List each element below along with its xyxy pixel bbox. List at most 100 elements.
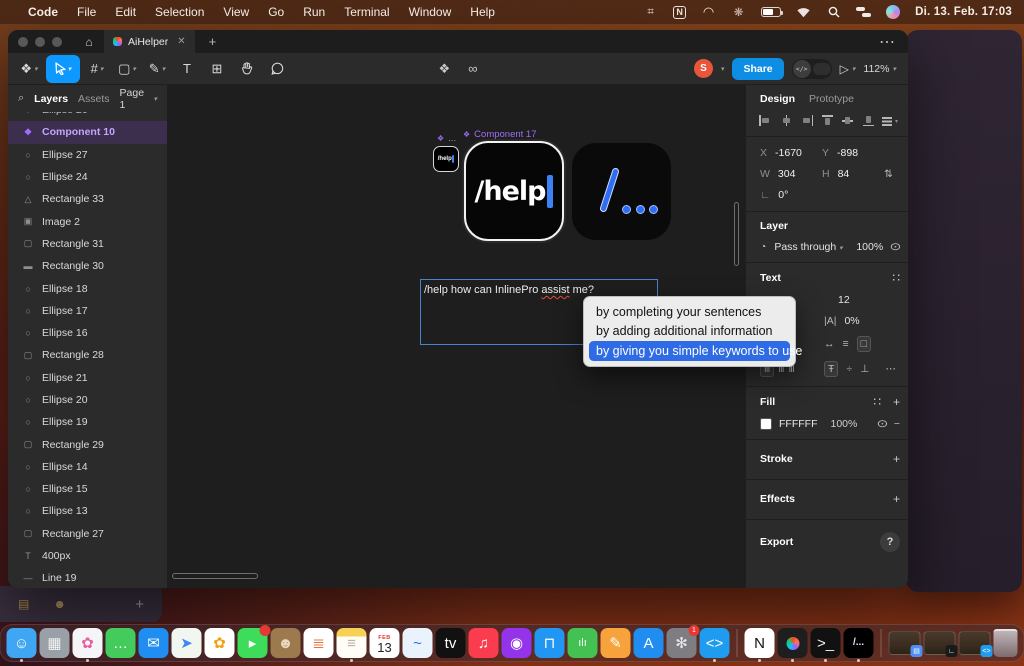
auto-height-icon[interactable]: ≡	[843, 338, 849, 350]
menubar-menu-item[interactable]: Help	[470, 5, 495, 19]
fill-styles-icon[interactable]: ∷	[873, 395, 881, 409]
menubar-clock[interactable]: Di. 13. Feb. 17:03	[915, 6, 1012, 18]
blend-mode-dropdown[interactable]: Pass through ▾	[774, 241, 842, 253]
dock-item-reminders[interactable]: ≣	[304, 628, 334, 658]
avatar-chevron-icon[interactable]: ▾	[721, 65, 725, 73]
canvas-vertical-scrollbar[interactable]	[734, 202, 739, 266]
dock-item-terminal[interactable]: >_	[811, 628, 841, 658]
person-icon[interactable]: ☻	[53, 597, 66, 611]
dock-item-apple-tv[interactable]: tv	[436, 628, 466, 658]
dock-item-inlinepro[interactable]: /...	[844, 628, 874, 658]
dock-item-numbers[interactable]: ılı	[568, 628, 598, 658]
dock-item-figma[interactable]	[778, 628, 808, 658]
type-settings-icon[interactable]: ⋯	[885, 363, 896, 375]
share-button[interactable]: Share	[732, 58, 783, 80]
control-center-icon[interactable]	[856, 7, 871, 18]
layer-row[interactable]: ▢ Rectangle 27	[8, 523, 167, 545]
font-size-field[interactable]: 12	[838, 294, 850, 306]
shape-tool-button[interactable]: ▢▾	[114, 55, 140, 83]
dock-item-photos[interactable]: ✿	[205, 628, 235, 658]
x-position-field[interactable]: -1670	[775, 147, 802, 159]
remove-fill-icon[interactable]: −	[894, 418, 900, 430]
help-command-component[interactable]: /help	[464, 141, 564, 241]
layer-row[interactable]: ○ Ellipse 26	[8, 112, 167, 121]
mini-component[interactable]: /help	[433, 146, 459, 172]
zoom-level-dropdown[interactable]: 112%▾	[863, 63, 900, 75]
dock-item-mail[interactable]: ✉	[139, 628, 169, 658]
dock-item-maps[interactable]: ➤	[172, 628, 202, 658]
dock-item-keynote[interactable]: ⊓	[535, 628, 565, 658]
layer-row[interactable]: ❖ Component 10	[8, 121, 167, 143]
dock-item-launchpad[interactable]: ▦	[40, 628, 70, 658]
component-actions-icon[interactable]: ❖	[439, 61, 451, 77]
frame-tool-button[interactable]: #▾	[84, 55, 110, 83]
traffic-lights[interactable]	[8, 37, 74, 47]
vertical-align-bottom-icon[interactable]: ⊥	[860, 363, 869, 375]
help-button[interactable]: ?	[880, 532, 900, 552]
menubar-menu-item[interactable]: Edit	[115, 5, 136, 19]
fixed-size-icon[interactable]: □	[857, 336, 871, 352]
plus-icon[interactable]: +	[135, 596, 144, 613]
figma-status-icon[interactable]: ⌗	[643, 5, 658, 20]
notion-status-icon[interactable]: N	[673, 6, 686, 19]
gift-icon[interactable]: ▤	[18, 597, 29, 611]
dock-item-app-store[interactable]: A	[634, 628, 664, 658]
menubar-menu-item[interactable]: File	[77, 5, 96, 19]
layer-row[interactable]: ▣ Image 2	[8, 210, 167, 232]
layer-row[interactable]: ○ Ellipse 13	[8, 500, 167, 522]
mini-component-label[interactable]: ❖ ...	[437, 133, 456, 144]
vertical-align-top-icon[interactable]: Ŧ	[824, 361, 838, 377]
layer-row[interactable]: △ Rectangle 33	[8, 188, 167, 210]
tab-design[interactable]: Design	[760, 93, 795, 105]
align-right-icon[interactable]	[799, 114, 814, 127]
menubar-app-name[interactable]: Code	[28, 5, 58, 19]
layer-row[interactable]: ○ Ellipse 20	[8, 389, 167, 411]
siri-icon[interactable]	[886, 5, 900, 19]
tab-layers[interactable]: Layers	[34, 93, 68, 105]
align-vertical-center-icon[interactable]	[840, 114, 855, 127]
main-menu-button[interactable]: ❖▾	[16, 55, 42, 83]
tab-prototype[interactable]: Prototype	[809, 93, 854, 105]
dock-item-facetime[interactable]: ▸	[238, 628, 268, 658]
battery-icon[interactable]	[761, 7, 781, 17]
wifi-icon[interactable]	[796, 5, 811, 20]
page-selector[interactable]: Page 1▾	[120, 87, 157, 111]
align-top-icon[interactable]	[820, 114, 835, 127]
text-tool-button[interactable]: T	[174, 55, 200, 83]
comment-tool-button[interactable]	[264, 55, 290, 83]
align-left-icon[interactable]	[758, 114, 773, 127]
menubar-menu-item[interactable]: Terminal	[344, 5, 389, 19]
layer-opacity-field[interactable]: 100%	[856, 241, 883, 253]
width-field[interactable]: 304	[778, 168, 796, 180]
rotation-field[interactable]: 0°	[778, 189, 788, 201]
constrain-proportions-icon[interactable]: ⇅	[884, 168, 900, 180]
layer-row[interactable]: ○ Ellipse 16	[8, 322, 167, 344]
dock-item-design-app[interactable]: ✿	[73, 628, 103, 658]
layer-row[interactable]: ○ Ellipse 19	[8, 411, 167, 433]
menubar-menu-item[interactable]: Window	[409, 5, 452, 19]
component-17-label[interactable]: ❖ Component 17	[463, 129, 537, 140]
dock-item-minimized-window-1[interactable]: ▤	[889, 631, 921, 655]
layer-row[interactable]: ○ Ellipse 17	[8, 300, 167, 322]
eye-icon[interactable]: ⊙	[890, 241, 902, 253]
menubar-menu-item[interactable]: Run	[303, 5, 325, 19]
link-icon[interactable]: ∞	[468, 61, 477, 77]
layer-row[interactable]: ▢ Rectangle 28	[8, 344, 167, 366]
move-tool-button[interactable]: ▾	[46, 55, 80, 83]
distribute-icon[interactable]: ▾	[881, 114, 896, 127]
dock-item-minimized-window-3[interactable]: <>	[959, 631, 991, 655]
suggestion-item[interactable]: by completing your sentences	[589, 302, 790, 322]
file-tab[interactable]: AiHelper ✕	[104, 30, 195, 53]
dock-item-calendar[interactable]: FEB13	[370, 628, 400, 658]
fill-color-swatch[interactable]	[760, 418, 772, 430]
blend-mode-icon[interactable]: ◔	[760, 241, 766, 253]
suggestion-item[interactable]: by adding additional information	[589, 322, 790, 342]
dock-item-finder[interactable]: ☺	[7, 628, 37, 658]
fill-opacity-field[interactable]: 100%	[830, 418, 857, 430]
dock-item-freeform[interactable]: ~	[403, 628, 433, 658]
add-fill-icon[interactable]: +	[893, 395, 900, 409]
suggestion-item[interactable]: by giving you simple keywords to use	[589, 341, 790, 361]
avatar[interactable]: S	[694, 59, 713, 78]
dock-item-minimized-window-2[interactable]: ∟	[924, 631, 956, 655]
layer-row[interactable]: T 400px	[8, 545, 167, 567]
